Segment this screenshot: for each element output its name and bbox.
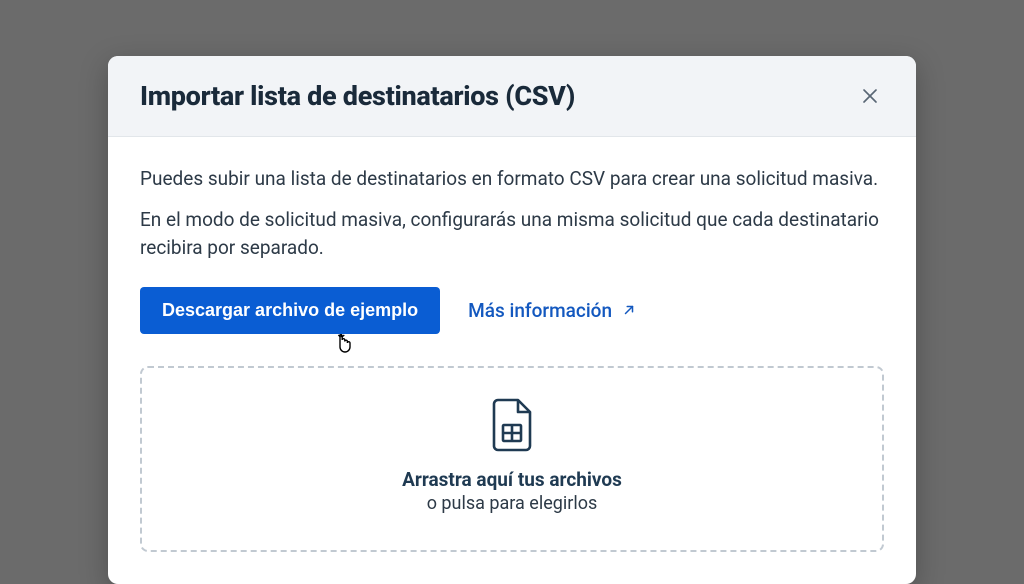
dropzone-title: Arrastra aquí tus archivos [162, 468, 862, 491]
actions-row: Descargar archivo de ejemplo Más informa… [140, 287, 884, 334]
modal-body: Puedes subir una lista de destinatarios … [108, 137, 916, 584]
file-spreadsheet-icon [162, 398, 862, 452]
dropzone-subtitle: o pulsa para elegirlos [162, 493, 862, 514]
import-csv-modal: Importar lista de destinatarios (CSV) Pu… [108, 56, 916, 584]
more-info-link[interactable]: Más información [468, 299, 636, 322]
description-text-2: En el modo de solicitud masiva, configur… [140, 206, 884, 263]
external-link-icon [622, 303, 636, 317]
modal-title: Importar lista de destinatarios (CSV) [140, 80, 575, 112]
modal-header: Importar lista de destinatarios (CSV) [108, 56, 916, 137]
close-button[interactable] [856, 82, 884, 110]
close-icon [861, 87, 879, 105]
download-sample-button[interactable]: Descargar archivo de ejemplo [140, 287, 440, 334]
file-dropzone[interactable]: Arrastra aquí tus archivos o pulsa para … [140, 366, 884, 552]
more-info-label: Más información [468, 299, 612, 322]
description-text-1: Puedes subir una lista de destinatarios … [140, 165, 884, 194]
